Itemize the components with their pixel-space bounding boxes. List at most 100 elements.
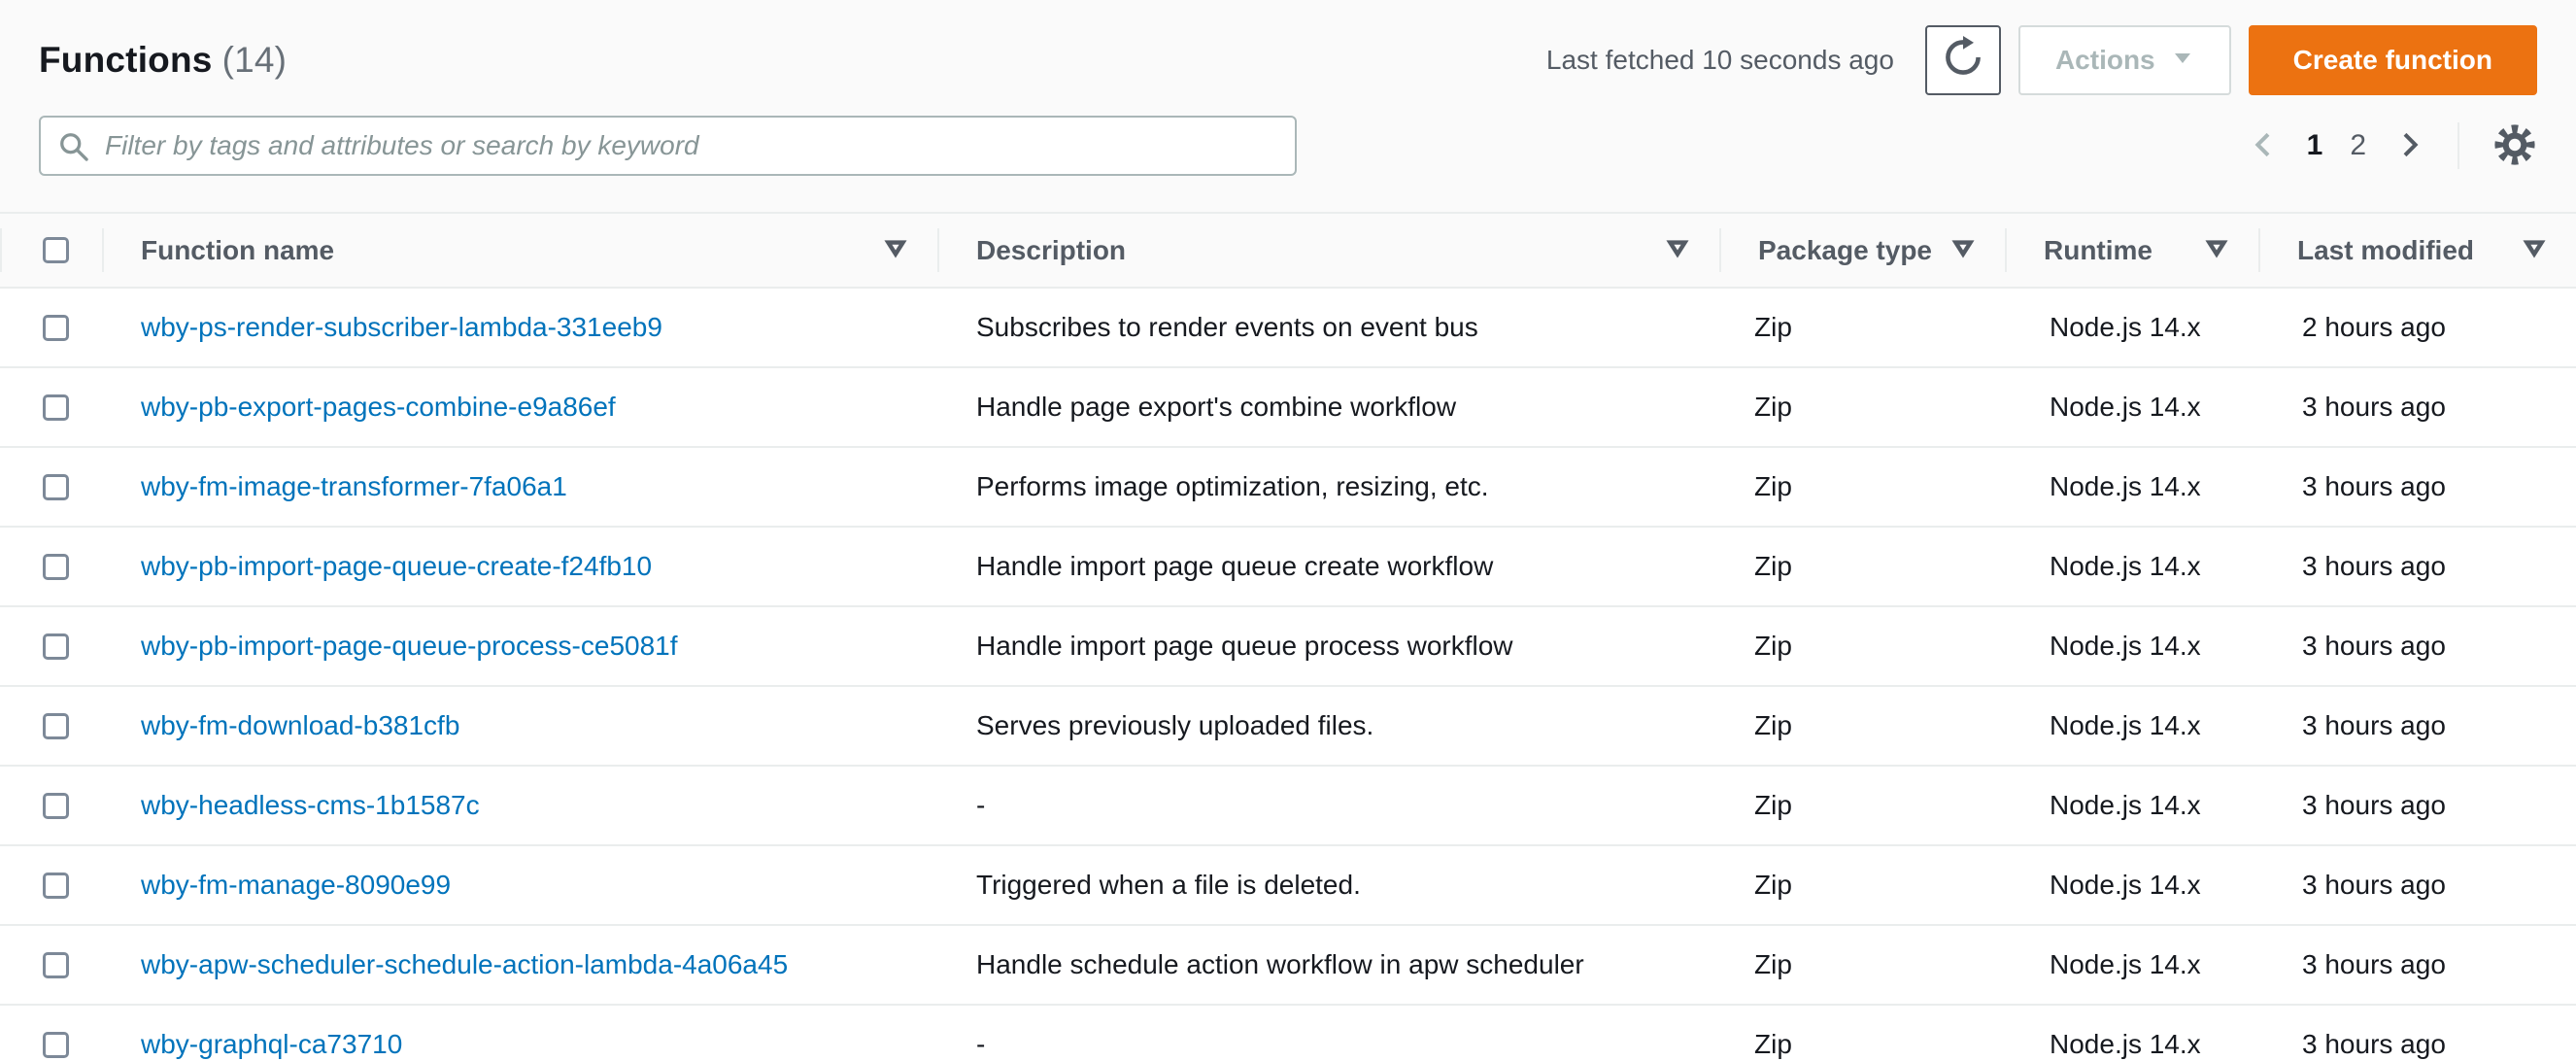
chevron-right-icon xyxy=(2393,129,2424,163)
actions-button[interactable]: Actions xyxy=(2017,25,2231,95)
runtime-cell: Node.js 14.x xyxy=(2050,870,2201,900)
runtime-cell: Node.js 14.x xyxy=(2050,790,2201,820)
search-icon xyxy=(56,129,91,169)
package-type-cell: Zip xyxy=(1754,710,1792,740)
row-checkbox[interactable] xyxy=(43,1031,69,1058)
column-header-function-name[interactable]: Function name xyxy=(102,214,937,287)
last-modified-cell: 3 hours ago xyxy=(2302,392,2446,422)
last-modified-cell: 3 hours ago xyxy=(2302,870,2446,900)
description-cell: Triggered when a file is deleted. xyxy=(976,870,1361,900)
table-row: wby-apw-scheduler-schedule-action-lambda… xyxy=(0,926,2576,1006)
row-select-cell xyxy=(0,633,102,660)
package-type-cell: Zip xyxy=(1754,312,1792,342)
function-name-link[interactable]: wby-apw-scheduler-schedule-action-lambda… xyxy=(141,949,788,979)
next-page-button[interactable] xyxy=(2393,129,2424,163)
function-count: (14) xyxy=(221,40,288,80)
header-actions: Last fetched 10 seconds ago Actions Crea… xyxy=(1546,25,2537,95)
package-type-cell: Zip xyxy=(1754,870,1792,900)
column-header-runtime[interactable]: Runtime xyxy=(2005,214,2258,287)
table-row: wby-ps-render-subscriber-lambda-331eeb9 … xyxy=(0,289,2576,368)
page-number-2[interactable]: 2 xyxy=(2350,129,2366,162)
actions-button-label: Actions xyxy=(2054,45,2155,75)
runtime-cell: Node.js 14.x xyxy=(2050,1029,2201,1059)
runtime-cell: Node.js 14.x xyxy=(2050,471,2201,501)
previous-page-button[interactable] xyxy=(2249,129,2280,163)
function-name-link[interactable]: wby-ps-render-subscriber-lambda-331eeb9 xyxy=(141,312,662,342)
table-row: wby-pb-import-page-queue-create-f24fb10 … xyxy=(0,528,2576,607)
table-row: wby-pb-export-pages-combine-e9a86ef Hand… xyxy=(0,368,2576,448)
column-header-package-type[interactable]: Package type xyxy=(1719,214,2005,287)
function-name-link[interactable]: wby-pb-import-page-queue-process-ce5081f xyxy=(141,631,678,661)
function-name-link[interactable]: wby-pb-export-pages-combine-e9a86ef xyxy=(141,392,616,422)
package-type-cell: Zip xyxy=(1754,631,1792,661)
table-row: wby-fm-download-b381cfb Serves previousl… xyxy=(0,687,2576,767)
package-type-cell: Zip xyxy=(1754,949,1792,979)
table-row: wby-pb-import-page-queue-process-ce5081f… xyxy=(0,607,2576,687)
row-select-cell xyxy=(0,872,102,899)
function-name-link[interactable]: wby-fm-download-b381cfb xyxy=(141,710,459,740)
refresh-button[interactable] xyxy=(1924,25,2001,95)
row-checkbox[interactable] xyxy=(43,712,69,739)
last-modified-cell: 3 hours ago xyxy=(2302,1029,2446,1059)
function-name-cell: wby-fm-manage-8090e99 xyxy=(102,870,937,901)
package-type-cell: Zip xyxy=(1754,551,1792,581)
last-modified-cell: 3 hours ago xyxy=(2302,551,2446,581)
table-row: wby-graphql-ca73710 - Zip Node.js 14.x 3… xyxy=(0,1006,2576,1061)
pagination: 1 2 xyxy=(2249,122,2537,170)
search-input[interactable] xyxy=(39,116,1297,176)
function-name-link[interactable]: wby-fm-manage-8090e99 xyxy=(141,870,451,900)
function-name-link[interactable]: wby-fm-image-transformer-7fa06a1 xyxy=(141,471,567,501)
runtime-cell: Node.js 14.x xyxy=(2050,312,2201,342)
lambda-functions-page: Functions (14) Last fetched 10 seconds ag… xyxy=(0,0,2576,1061)
table-body: wby-ps-render-subscriber-lambda-331eeb9 … xyxy=(0,289,2576,1061)
caret-down-icon xyxy=(2171,45,2194,76)
page-number-1[interactable]: 1 xyxy=(2307,129,2323,162)
row-select-cell xyxy=(0,1031,102,1058)
create-function-button[interactable]: Create function xyxy=(2248,25,2537,95)
last-fetched-text: Last fetched 10 seconds ago xyxy=(1545,45,1894,75)
sort-icon xyxy=(2204,235,2229,265)
row-checkbox[interactable] xyxy=(43,872,69,899)
package-type-cell: Zip xyxy=(1754,392,1792,422)
table-header-row: Function name Description Package type R… xyxy=(0,212,2576,289)
row-checkbox[interactable] xyxy=(43,951,69,978)
sort-icon xyxy=(1665,235,1690,265)
runtime-cell: Node.js 14.x xyxy=(2050,949,2201,979)
gear-icon xyxy=(2492,122,2537,170)
row-checkbox[interactable] xyxy=(43,633,69,660)
page-title: Functions (14) xyxy=(39,40,287,81)
search-box xyxy=(39,116,1297,176)
row-checkbox[interactable] xyxy=(43,394,69,421)
description-cell: - xyxy=(976,1029,986,1059)
column-header-last-modified[interactable]: Last modified xyxy=(2258,214,2576,287)
description-cell: - xyxy=(976,790,986,820)
row-select-cell xyxy=(0,314,102,341)
function-name-cell: wby-pb-import-page-queue-process-ce5081f xyxy=(102,631,937,662)
description-cell: Serves previously uploaded files. xyxy=(976,710,1374,740)
function-name-cell: wby-graphql-ca73710 xyxy=(102,1029,937,1060)
column-header-description[interactable]: Description xyxy=(937,214,1719,287)
select-all-checkbox[interactable] xyxy=(43,237,69,263)
description-cell: Performs image optimization, resizing, e… xyxy=(976,471,1489,501)
table-row: wby-fm-manage-8090e99 Triggered when a f… xyxy=(0,846,2576,926)
sort-icon xyxy=(883,235,908,265)
row-checkbox[interactable] xyxy=(43,553,69,580)
runtime-cell: Node.js 14.x xyxy=(2050,392,2201,422)
row-checkbox[interactable] xyxy=(43,792,69,819)
table-row: wby-headless-cms-1b1587c - Zip Node.js 1… xyxy=(0,767,2576,846)
row-checkbox[interactable] xyxy=(43,473,69,500)
page-title-text: Functions xyxy=(39,40,213,80)
function-name-link[interactable]: wby-graphql-ca73710 xyxy=(141,1029,402,1059)
runtime-cell: Node.js 14.x xyxy=(2050,710,2201,740)
row-checkbox[interactable] xyxy=(43,314,69,341)
function-name-link[interactable]: wby-pb-import-page-queue-create-f24fb10 xyxy=(141,551,652,581)
runtime-cell: Node.js 14.x xyxy=(2050,551,2201,581)
package-type-cell: Zip xyxy=(1754,1029,1792,1059)
pagination-divider xyxy=(2457,122,2459,169)
functions-table: Function name Description Package type R… xyxy=(0,212,2576,1061)
description-cell: Handle import page queue process workflo… xyxy=(976,631,1513,661)
function-name-link[interactable]: wby-headless-cms-1b1587c xyxy=(141,790,480,820)
title-row: Functions (14) Last fetched 10 seconds ag… xyxy=(39,23,2537,97)
toolbar-row: 1 2 xyxy=(39,115,2537,177)
settings-button[interactable] xyxy=(2492,122,2537,170)
